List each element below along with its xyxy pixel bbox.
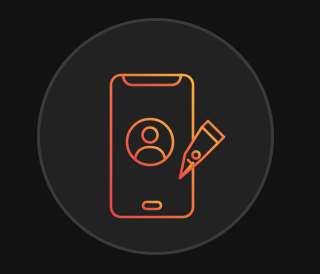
fountain-pen-nib-icon	[178, 119, 226, 180]
icon-stage	[0, 0, 274, 274]
user-avatar-icon	[125, 117, 175, 167]
mobile-profile-edit-icon	[109, 73, 226, 219]
